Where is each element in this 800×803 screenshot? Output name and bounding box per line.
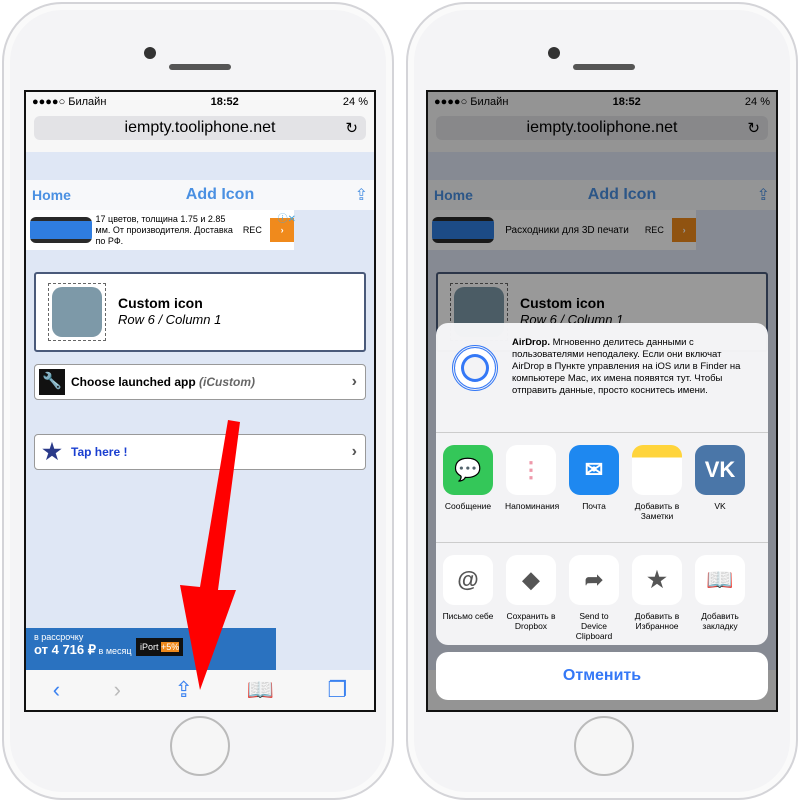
action-bookmark[interactable]: 📖 Добавить закладку	[694, 555, 746, 641]
app-messages[interactable]: 💬 Сообщение	[442, 445, 494, 530]
app-vk[interactable]: VK VK	[694, 445, 746, 530]
vk-icon: VK	[695, 445, 745, 495]
share-apps-row: 💬 Сообщение ⋮ Напоминания ✉ Почта Добавить …	[436, 433, 768, 543]
action-dropbox[interactable]: ◆ Сохранить в Dropbox	[505, 555, 557, 641]
action-favorites[interactable]: ★ Добавить в Избранное	[631, 555, 683, 641]
clipboard-share-icon: ➦	[569, 555, 619, 605]
action-device-clipboard[interactable]: ➦ Send to Device Clipboard	[568, 555, 620, 641]
camera	[548, 47, 560, 59]
airdrop-section[interactable]: AirDrop. Мгновенно делитесь данными с по…	[436, 323, 768, 433]
mail-icon: ✉	[569, 445, 619, 495]
app-notes[interactable]: Добавить в Заметки	[631, 445, 683, 530]
right-screen: ●●●●○ Билайн 18:52 24 % iempty.tooliphone.…	[426, 90, 778, 712]
share-sheet: AirDrop. Мгновенно делитесь данными с по…	[436, 323, 768, 645]
notes-icon	[632, 445, 682, 495]
at-icon: @	[443, 555, 493, 605]
reminders-icon: ⋮	[506, 445, 556, 495]
speaker	[573, 64, 635, 70]
airdrop-title: AirDrop.	[512, 337, 550, 348]
cancel-button[interactable]: Отменить	[436, 652, 768, 700]
book-icon: 📖	[695, 555, 745, 605]
share-actions-row: @ Письмо себе ◆ Сохранить в Dropbox ➦ Send …	[436, 543, 768, 645]
app-mail[interactable]: ✉ Почта	[568, 445, 620, 530]
app-reminders[interactable]: ⋮ Напоминания	[505, 445, 559, 530]
dropbox-icon: ◆	[506, 555, 556, 605]
action-mail-self[interactable]: @ Письмо себе	[442, 555, 494, 641]
star-icon: ★	[632, 555, 682, 605]
home-button[interactable]	[574, 716, 634, 776]
messages-icon: 💬	[443, 445, 493, 495]
airdrop-icon	[452, 345, 498, 391]
